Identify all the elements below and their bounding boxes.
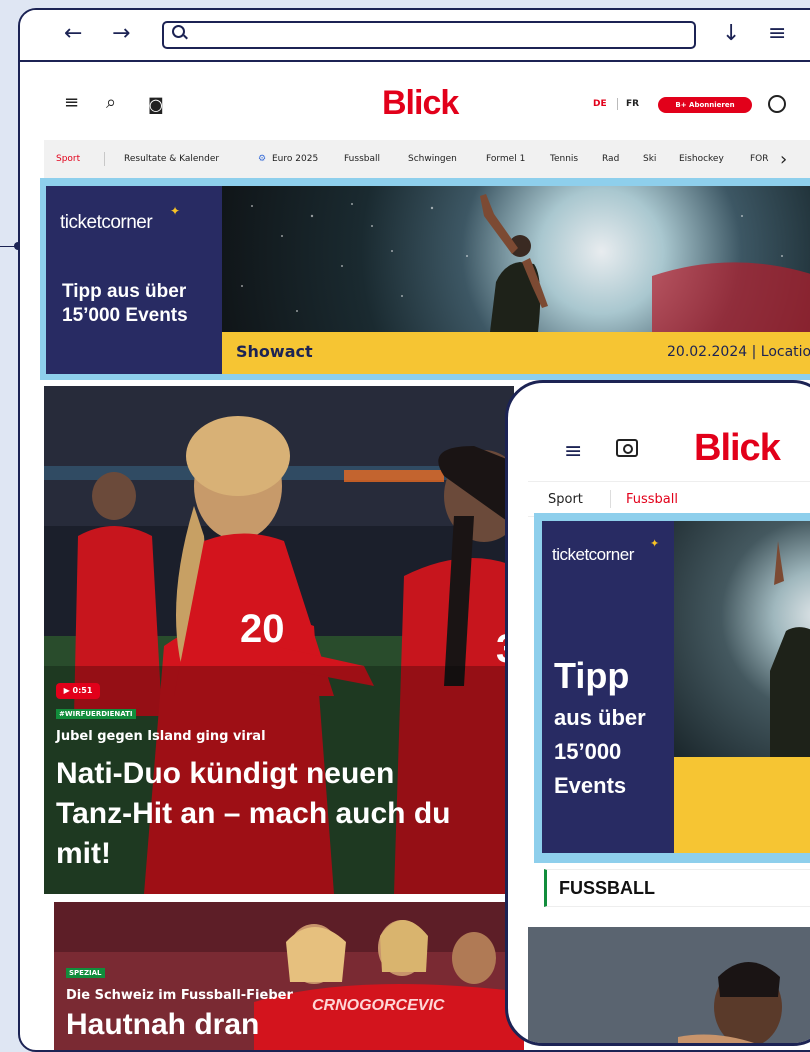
user-account-icon[interactable] [768, 95, 786, 113]
lang-divider [617, 98, 618, 110]
section-title: FUSSBALL [559, 878, 655, 898]
star-icon: ✦ [650, 537, 660, 550]
euro-icon: ⚙ [258, 154, 267, 164]
nav-item-formel-1[interactable]: Formel 1 [486, 154, 525, 164]
nav-item-sport[interactable]: Sport [548, 492, 583, 507]
lang-fr-link[interactable]: FR [626, 99, 639, 109]
sport-nav: Sport Resultate & Kalender ⚙ Euro 2025 F… [44, 140, 810, 180]
subscribe-button[interactable]: B+ Abonnieren [658, 97, 752, 113]
article-headline[interactable]: Nati-Duo kündigt neuen Tanz-Hit an – mac… [56, 754, 476, 874]
nav-item-ski[interactable]: Ski [643, 154, 656, 164]
article-subtitle: Die Schweiz im Fussball-Fieber [66, 988, 293, 1003]
nav-item-schwingen[interactable]: Schwingen [408, 154, 457, 164]
ad-headline-rest: aus über 15’000 Events [554, 705, 646, 798]
mobile-article-illustration [528, 927, 810, 1043]
nav-item-rad[interactable]: Rad [602, 154, 619, 164]
article-subtitle: Jubel gegen Island ging viral [56, 729, 266, 744]
banner-ad[interactable]: ticketcorner ✦ Tipp aus über 15’000 Even… [40, 178, 810, 380]
mobile-preview: ≡ Blick Sport Fussball ticketcorner ✦ Ti… [505, 380, 810, 1046]
secondary-article[interactable]: CRNOGORCEVIC SPEZIAL Die Schweiz im Fuss… [54, 902, 524, 1050]
nav-item-fussball[interactable]: Fussball [344, 154, 380, 164]
browser-toolbar: ← → ↓ ≡ [20, 10, 810, 62]
nav-divider [104, 152, 105, 166]
ad-headline: Tipp aus über 15’000 Events [62, 281, 188, 326]
section-header: FUSSBALL [544, 869, 810, 907]
nav-item-for[interactable]: FOR [750, 154, 769, 164]
ad-performer-photo [222, 186, 810, 332]
mobile-nav: Sport Fussball [528, 481, 810, 517]
nav-item-resultate[interactable]: Resultate & Kalender [124, 154, 219, 164]
jersey-name: CRNOGORCEVIC [312, 997, 445, 1014]
ad-event-bar: Showact 20.02.2024 | Location [222, 332, 810, 374]
ad-performer-illustration [770, 541, 810, 757]
search-icon[interactable]: ⌕ [106, 92, 116, 113]
address-bar[interactable] [162, 21, 696, 49]
browser-menu-icon[interactable]: ≡ [768, 20, 786, 48]
blick-logo[interactable]: Blick [694, 427, 781, 470]
article-headline[interactable]: Hautnah dran [66, 1008, 259, 1042]
nav-item-sport[interactable]: Sport [56, 154, 80, 164]
chevron-right-icon[interactable]: › [780, 149, 787, 170]
article-tag: #WIRFUERDIENATI [56, 709, 136, 719]
ad-performer-photo [674, 521, 810, 757]
search-icon [172, 25, 185, 38]
lang-de-link[interactable]: DE [593, 99, 607, 109]
ad-headline-tipp: Tipp [554, 655, 630, 696]
nav-item-tennis[interactable]: Tennis [550, 154, 578, 164]
back-arrow-icon[interactable]: ← [64, 20, 82, 48]
nav-item-euro-2025[interactable]: Euro 2025 [272, 154, 318, 164]
ad-performer-illustration [241, 194, 810, 332]
jersey-number: 20 [240, 607, 285, 651]
ad-brand-panel: ticketcorner ✦ Tipp aus über 15’000 Even… [542, 521, 674, 853]
ticketcorner-logo: ticketcorner [60, 212, 153, 233]
nav-divider [610, 490, 611, 508]
star-icon: ✦ [170, 204, 181, 218]
ad-brand-panel: ticketcorner ✦ Tipp aus über 15’000 Even… [46, 186, 222, 374]
ticketcorner-logo: ticketcorner [552, 545, 634, 564]
ad-event-title: Showact [236, 342, 313, 361]
hamburger-menu-icon[interactable]: ≡ [64, 92, 79, 113]
blick-logo[interactable]: Blick [382, 84, 459, 123]
forward-arrow-icon[interactable]: → [112, 20, 130, 48]
ad-event-date-location: 20.02.2024 | Location [667, 344, 810, 360]
camera-icon[interactable]: ◙ [148, 95, 164, 114]
camera-icon[interactable] [616, 439, 638, 457]
nav-item-eishockey[interactable]: Eishockey [679, 154, 724, 164]
lead-article[interactable]: 20 3 ▶ 0:51 #WIRFUERDIENATI Jubel gegen … [44, 386, 514, 894]
mobile-article-photo[interactable] [528, 927, 810, 1043]
download-icon[interactable]: ↓ [722, 20, 740, 48]
video-duration-badge: ▶ 0:51 [56, 683, 100, 699]
hamburger-menu-icon[interactable]: ≡ [564, 439, 582, 464]
mobile-banner-ad[interactable]: ticketcorner ✦ Tipp aus über 15’000 Even… [534, 513, 810, 863]
site-header: ≡ ⌕ ◙ Blick DE FR B+ Abonnieren [20, 62, 810, 138]
article-tag: SPEZIAL [66, 968, 105, 978]
nav-item-fussball[interactable]: Fussball [626, 492, 678, 507]
ad-event-bar [674, 757, 810, 853]
